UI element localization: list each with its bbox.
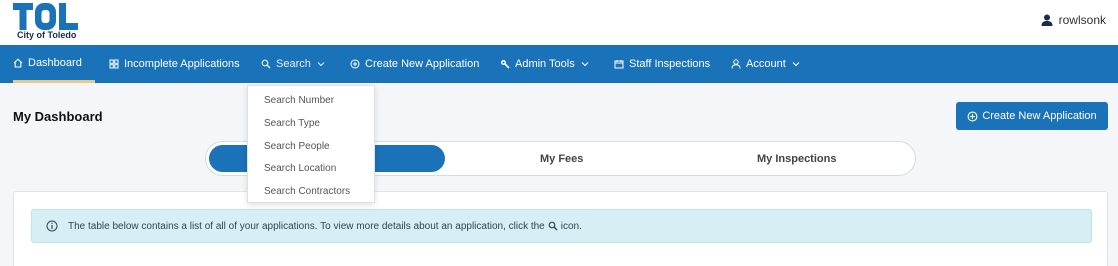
main-navbar: Dashboard Incomplete Applications Search… <box>0 45 1118 83</box>
nav-create-new-application[interactable]: Create New Application <box>350 45 479 83</box>
page-title: My Dashboard <box>13 109 103 124</box>
user-menu[interactable]: rowlsonk <box>1041 13 1106 27</box>
nav-incomplete-applications-label: Incomplete Applications <box>124 58 240 70</box>
applications-panel: The table below contains a list of all o… <box>13 191 1108 266</box>
grid-icon <box>109 59 119 69</box>
username: rowlsonk <box>1058 13 1106 27</box>
plus-circle-icon <box>967 111 978 121</box>
info-alert: The table below contains a list of all o… <box>31 209 1092 243</box>
tol-logo-mark <box>13 3 78 30</box>
nav-admin-tools-label: Admin Tools <box>515 58 575 70</box>
top-bar: City of Toledo rowlsonk <box>0 0 1118 45</box>
nav-staff-inspections[interactable]: Staff Inspections <box>614 45 710 83</box>
menu-item-search-people[interactable]: Search People <box>264 141 330 152</box>
city-logo[interactable]: City of Toledo <box>13 3 81 41</box>
calendar-icon <box>614 60 624 69</box>
nav-account[interactable]: Account <box>731 45 800 83</box>
chevron-down-icon <box>581 62 589 67</box>
nav-search-label: Search <box>276 58 311 70</box>
nav-admin-tools[interactable]: Admin Tools <box>500 45 589 83</box>
main-content: My Dashboard Create New Application My F… <box>0 83 1118 266</box>
magnifier-icon <box>548 221 558 231</box>
info-icon <box>46 220 58 232</box>
search-dropdown-menu: Search Number Search Type Search People … <box>247 85 375 203</box>
home-icon <box>13 57 23 68</box>
menu-item-search-location[interactable]: Search Location <box>264 163 336 174</box>
nav-create-new-application-label: Create New Application <box>365 58 480 70</box>
nav-dashboard-label: Dashboard <box>28 56 82 69</box>
menu-item-search-number[interactable]: Search Number <box>264 95 334 106</box>
tab-my-inspections[interactable]: My Inspections <box>757 142 836 175</box>
nav-dashboard[interactable]: Dashboard <box>13 45 95 83</box>
nav-search[interactable]: Search <box>261 45 325 83</box>
info-text-end: icon. <box>560 220 582 232</box>
nav-staff-inspections-label: Staff Inspections <box>629 58 711 70</box>
menu-item-search-contractors[interactable]: Search Contractors <box>264 186 350 197</box>
create-new-application-label: Create New Application <box>982 110 1097 122</box>
chevron-down-icon <box>317 62 325 67</box>
nav-account-label: Account <box>746 58 786 70</box>
chevron-down-icon <box>792 62 800 67</box>
info-text: The table below contains a list of all o… <box>68 220 545 232</box>
create-new-application-button[interactable]: Create New Application <box>956 102 1108 130</box>
wrench-icon <box>501 60 510 69</box>
user-icon <box>731 59 741 69</box>
menu-item-search-type[interactable]: Search Type <box>264 118 320 129</box>
nav-incomplete-applications[interactable]: Incomplete Applications <box>109 45 240 83</box>
tab-my-fees[interactable]: My Fees <box>540 142 583 175</box>
logo-subtitle: City of Toledo <box>17 30 77 40</box>
user-icon <box>1041 14 1053 26</box>
plus-circle-icon <box>350 59 360 69</box>
search-icon <box>261 59 271 69</box>
